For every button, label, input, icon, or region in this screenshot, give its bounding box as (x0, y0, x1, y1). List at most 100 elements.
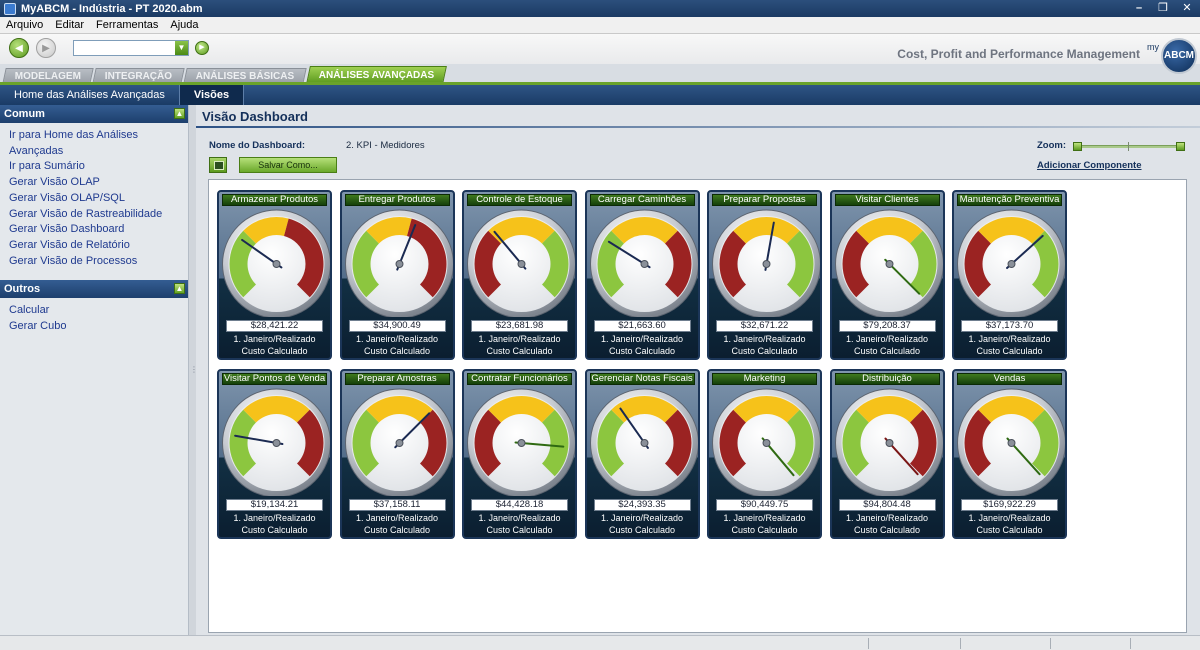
gauge-value: $44,428.18 (471, 499, 568, 511)
subnav-visoes[interactable]: Visões (179, 85, 245, 105)
zoom-min-icon[interactable] (1073, 142, 1082, 151)
restore-icon[interactable]: ❐ (1154, 1, 1172, 15)
gauge-tile[interactable]: Carregar Caminhões $21,663.60 1. Janeiro/R… (584, 190, 700, 360)
page-title: Visão Dashboard (202, 109, 308, 124)
minimize-icon[interactable]: – (1130, 1, 1148, 15)
gauge-value: $94,804.48 (838, 499, 936, 511)
gauge-tile[interactable]: Manutenção Preventiva $37,173.70 1. Janeir… (952, 190, 1067, 360)
sidebar: Comum ▲ Ir para Home das Análises Avança… (0, 105, 189, 635)
close-icon[interactable]: ✕ (1178, 1, 1196, 15)
sidebar-link[interactable]: Gerar Visão de Processos (9, 254, 188, 270)
gauge-measure: Custo Calculado (853, 525, 921, 535)
gauge-period: 1. Janeiro/Realizado (723, 334, 806, 344)
gauge-tile[interactable]: Controle de Estoque $23,681.98 1. Janeiro/… (462, 190, 577, 360)
gauge-measure: Custo Calculado (608, 525, 676, 535)
gauge-dial (467, 209, 575, 317)
gauge-tile[interactable]: Preparar Propostas $32,671.22 1. Janeiro/R… (707, 190, 822, 360)
gauge-measure: Custo Calculado (363, 346, 431, 356)
chevron-down-icon[interactable]: ▼ (175, 41, 188, 55)
gauge-dial (222, 209, 330, 317)
window-title: MyABCM - Indústria - PT 2020.abm (21, 2, 203, 15)
main-panel: Visão Dashboard Nome do Dashboard: 2. KP… (196, 105, 1200, 635)
zoom-handle[interactable] (1176, 142, 1185, 151)
links-comum: Ir para Home das Análises Avançadas Ir p… (0, 123, 188, 277)
subnav-home[interactable]: Home das Análises Avançadas (0, 85, 180, 105)
gauge-tile[interactable]: Entregar Produtos $34,900.49 1. Janeiro/Re… (339, 190, 455, 360)
menu-editar[interactable]: Editar (55, 19, 84, 31)
gauge-tile[interactable]: Visitar Clientes $79,208.37 1. Janeiro/Rea… (829, 190, 945, 360)
save-as-button[interactable]: Salvar Como... (239, 157, 337, 173)
gauge-period: 1. Janeiro/Realizado (233, 513, 316, 523)
gauge-measure: Custo Calculado (731, 346, 798, 356)
dashboard-canvas: Armazenar Produtos $28,421.22 1. Janeiro/R… (208, 179, 1187, 633)
gauge-dial (589, 209, 698, 317)
gauge-measure: Custo Calculado (363, 525, 431, 535)
dashboard-name-value: 2. KPI - Medidores (346, 140, 425, 151)
gauge-period: 1. Janeiro/Realizado (845, 334, 929, 344)
menu-ajuda[interactable]: Ajuda (170, 19, 198, 31)
gauge-period: 1. Janeiro/Realizado (600, 513, 684, 523)
save-icon[interactable] (209, 157, 227, 173)
sidebar-link[interactable]: Ir para Home das Análises Avançadas (9, 128, 188, 159)
gauge-dial (712, 209, 820, 317)
zoom-label: Zoom: (1037, 140, 1067, 151)
sidebar-link[interactable]: Gerar Visão OLAP/SQL (9, 191, 188, 207)
gauge-title: Vendas (957, 373, 1062, 385)
add-component-link[interactable]: Adicionar Componente (1037, 160, 1142, 171)
sidebar-link[interactable]: Gerar Visão de Rastreabilidade (9, 207, 188, 223)
gauge-dial (344, 388, 453, 496)
sidebar-link[interactable]: Gerar Visão Dashboard (9, 222, 188, 238)
gauge-tile[interactable]: Preparar Amostras $37,158.11 1. Janeiro/Re… (339, 369, 455, 539)
gauge-value: $23,681.98 (471, 320, 568, 332)
gauge-value: $34,900.49 (348, 320, 446, 332)
gauge-value: $19,134.21 (226, 499, 323, 511)
gauge-tile[interactable]: Contratar Funcionários $44,428.18 1. Janei… (462, 369, 577, 539)
gauge-value: $28,421.22 (226, 320, 323, 332)
menu-arquivo[interactable]: Arquivo (6, 19, 43, 31)
gauge-dial (834, 209, 943, 317)
gauge-period: 1. Janeiro/Realizado (355, 334, 439, 344)
section-header-comum[interactable]: Comum ▲ (0, 105, 188, 123)
gauge-tile[interactable]: Vendas $169,922.29 1. Janeiro/Realizado Cus… (952, 369, 1067, 539)
gauge-tile[interactable]: Gerenciar Notas Fiscais $24,393.35 1. Jane… (584, 369, 700, 539)
gauge-value: $37,173.70 (961, 320, 1058, 332)
collapse-icon[interactable]: ▲ (174, 283, 185, 295)
sidebar-link[interactable]: Calcular (9, 303, 188, 319)
menu-ferramentas[interactable]: Ferramentas (96, 19, 158, 31)
gauge-measure: Custo Calculado (731, 525, 798, 535)
panel-splitter[interactable]: ⋮ (189, 105, 198, 635)
go-icon[interactable]: ▶ (195, 41, 209, 55)
gauge-period: 1. Janeiro/Realizado (723, 513, 806, 523)
gauge-measure: Custo Calculado (976, 346, 1043, 356)
gauge-period: 1. Janeiro/Realizado (600, 334, 684, 344)
back-arrow-icon[interactable]: ◀ (9, 38, 29, 58)
collapse-icon[interactable]: ▲ (174, 108, 185, 119)
tagline: Cost, Profit and Performance Management (897, 47, 1140, 61)
module-tabs: MODELAGEM INTEGRAÇÃO ANÁLISES BÁSICAS AN… (0, 64, 1200, 84)
sidebar-link[interactable]: Gerar Cubo (9, 319, 188, 335)
gauge-value: $79,208.37 (838, 320, 936, 332)
gauge-tile[interactable]: Distribuição $94,804.48 1. Janeiro/Realiza… (829, 369, 945, 539)
sidebar-link[interactable]: Gerar Visão de Relatório (9, 238, 188, 254)
sidebar-link[interactable]: Ir para Sumário (9, 159, 188, 175)
gauge-tile[interactable]: Marketing $90,449.75 1. Janeiro/Realizado C… (707, 369, 822, 539)
title-bar: MyABCM - Indústria - PT 2020.abm – ❐ ✕ (0, 0, 1200, 17)
gauge-value: $24,393.35 (593, 499, 691, 511)
gauge-period: 1. Janeiro/Realizado (233, 334, 316, 344)
gauge-tile[interactable]: Visitar Pontos de Venda $19,134.21 1. Jane… (217, 369, 332, 539)
gauge-measure: Custo Calculado (241, 525, 308, 535)
gauge-period: 1. Janeiro/Realizado (845, 513, 929, 523)
gauge-value: $90,449.75 (716, 499, 813, 511)
gauge-dial (834, 388, 943, 496)
menu-bar: Arquivo Editar Ferramentas Ajuda (0, 17, 1200, 34)
gauge-dial (589, 388, 698, 496)
gauge-value: $21,663.60 (593, 320, 691, 332)
sidebar-link[interactable]: Gerar Visão OLAP (9, 175, 188, 191)
gauge-title: Preparar Amostras (344, 373, 450, 385)
gauge-period: 1. Janeiro/Realizado (478, 334, 561, 344)
gauge-tile[interactable]: Armazenar Produtos $28,421.22 1. Janeiro/R… (217, 190, 332, 360)
section-header-outros[interactable]: Outros ▲ (0, 280, 188, 299)
forward-arrow-icon[interactable]: ▶ (36, 38, 56, 58)
navigation-combo[interactable]: ▼ (73, 40, 189, 56)
zoom-slider[interactable] (1073, 142, 1185, 151)
